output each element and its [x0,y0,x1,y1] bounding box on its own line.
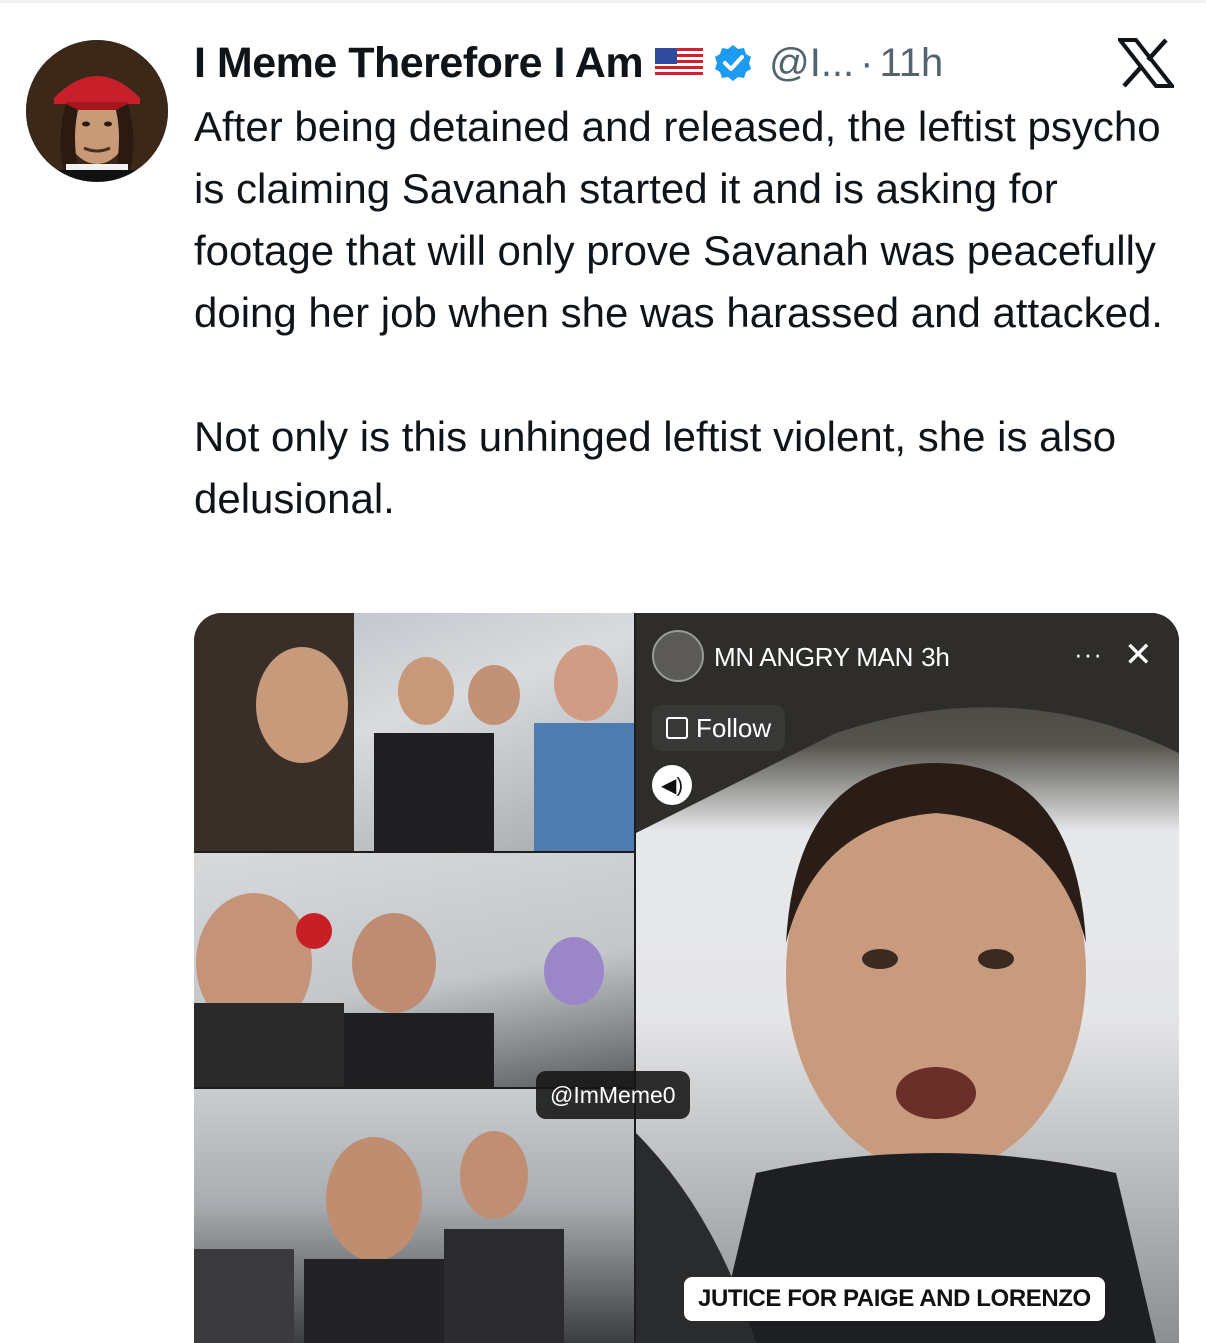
handle[interactable]: @I... [769,41,854,86]
x-logo-icon[interactable] [1115,38,1177,88]
video-caption: JUTICE FOR PAIGE AND LORENZO [684,1277,1105,1321]
follow-label: Follow [696,712,772,743]
separator-dot: · [860,40,874,85]
photo-panel-bottom-left [194,1089,634,1343]
tweet-header: I Meme Therefore I Am @I... · 11h [194,34,943,92]
tweet-paragraph-1: After being detained and released, the l… [194,103,1163,336]
display-name[interactable]: I Meme Therefore I Am [194,39,644,88]
watermark-label: @ImMeme0 [536,1071,690,1119]
top-divider [0,0,1206,3]
photo-panel-top-left [194,613,634,851]
story-avatar[interactable] [652,630,704,682]
story-username-text: MN ANGRY MAN [714,642,914,672]
story-time: 3h [921,642,950,672]
tweet-media[interactable]: MN ANGRY MAN 3h ··· ✕ Follow ◀) @ImMeme0 … [194,613,1179,1343]
tweet-paragraph-2: Not only is this unhinged leftist violen… [194,413,1117,522]
avatar-portrait-icon [26,40,168,182]
follow-icon [666,717,688,739]
photo-panel-middle-left [194,853,634,1087]
timestamp[interactable]: 11h [879,41,943,86]
tweet-text: After being detained and released, the l… [194,96,1184,530]
verified-badge-icon [713,43,753,83]
follow-button[interactable]: Follow [652,705,786,751]
story-username[interactable]: MN ANGRY MAN 3h [714,642,950,673]
us-flag-icon [655,48,704,78]
sound-icon[interactable]: ◀) [652,765,692,805]
close-icon[interactable]: ✕ [1124,635,1153,675]
more-options-icon[interactable]: ··· [1074,639,1103,670]
avatar[interactable] [26,40,168,182]
